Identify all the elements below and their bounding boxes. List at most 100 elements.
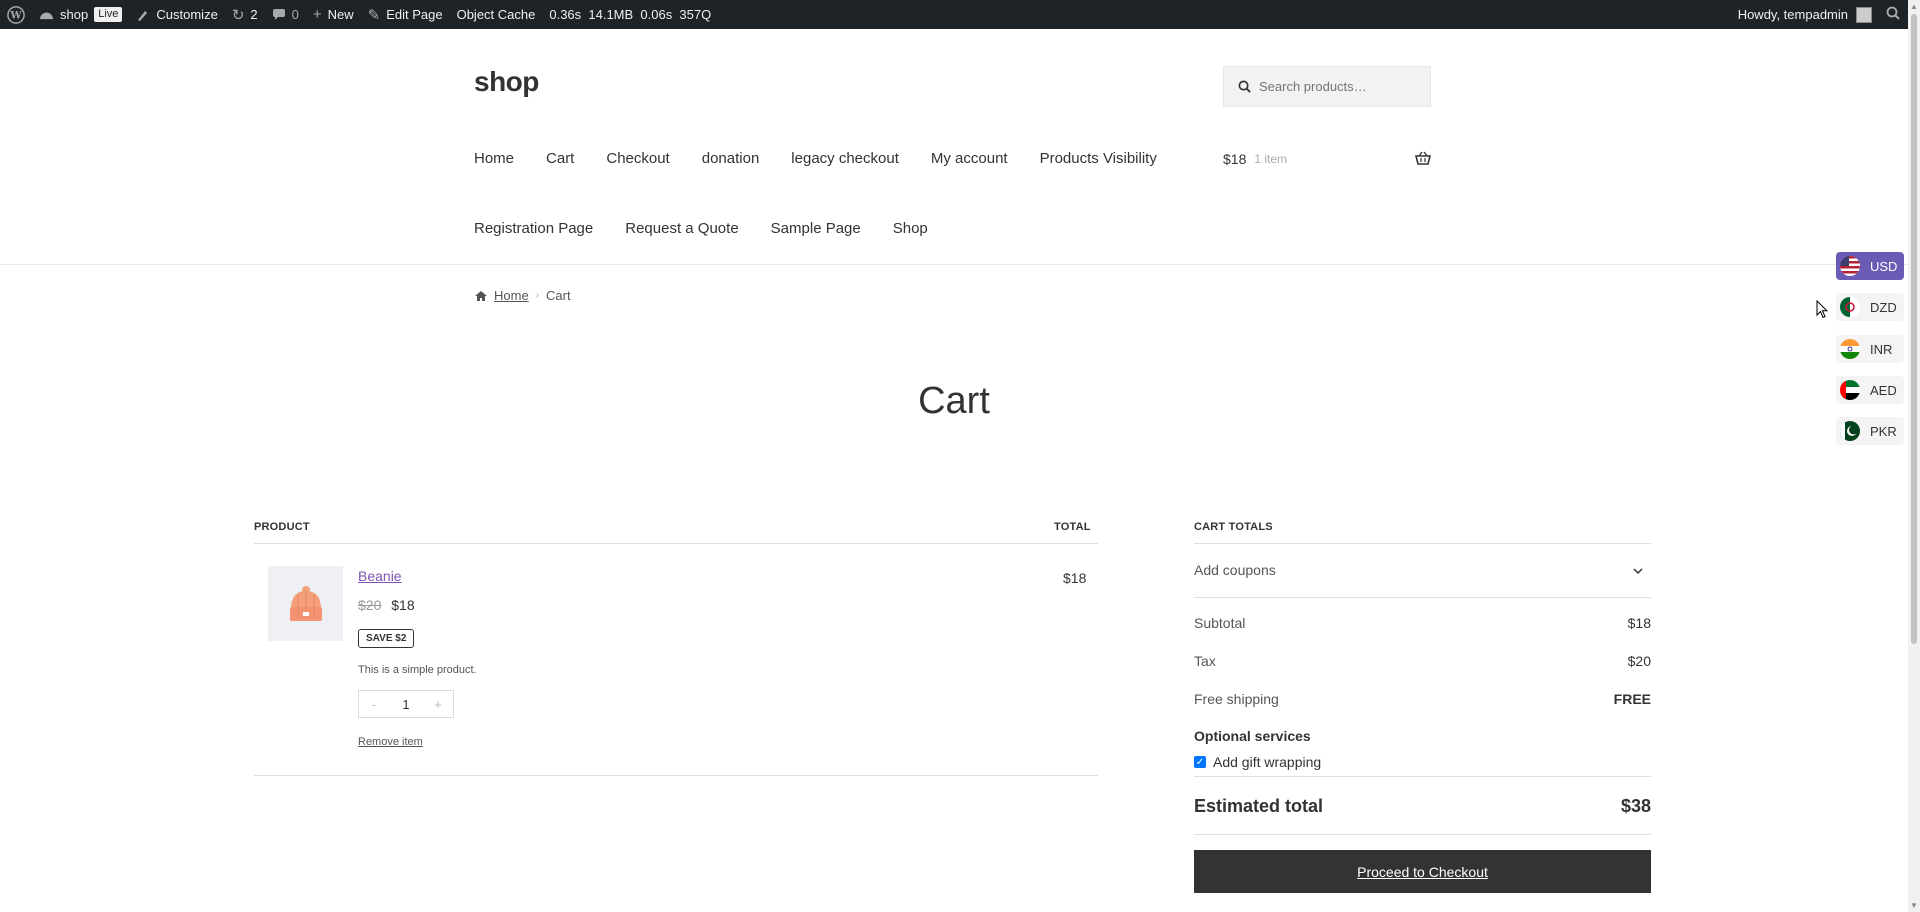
- india-flag-icon: [1840, 339, 1860, 359]
- currency-aed[interactable]: AED: [1836, 376, 1904, 404]
- search-input[interactable]: [1259, 79, 1429, 94]
- my-account-link[interactable]: Howdy, tempadmin: [1731, 0, 1879, 29]
- estimated-total-row: Estimated total $38: [1194, 796, 1651, 817]
- breadcrumb-current: Cart: [546, 288, 571, 303]
- scroll-up-icon[interactable]: ▲: [1910, 2, 1918, 11]
- nav-item-request-a-quote[interactable]: Request a Quote: [625, 220, 738, 237]
- regular-price: $20: [358, 597, 382, 613]
- header-divider: [0, 264, 1908, 265]
- nav-item-cart[interactable]: Cart: [546, 150, 574, 167]
- add-coupons-toggle[interactable]: Add coupons: [1194, 562, 1651, 578]
- admin-site-link[interactable]: shop Live: [32, 0, 129, 29]
- subtotal-value: $18: [1627, 615, 1651, 631]
- wordpress-logo-icon[interactable]: W: [0, 0, 32, 29]
- gift-wrapping-checkbox[interactable]: ✓: [1194, 756, 1206, 768]
- algeria-flag-icon: [1840, 297, 1860, 317]
- search-icon: [1886, 6, 1900, 23]
- chevron-down-icon: [1633, 562, 1651, 578]
- pakistan-flag-icon: [1840, 421, 1860, 441]
- nav-item-checkout[interactable]: Checkout: [606, 150, 669, 167]
- quantity-decrease-button[interactable]: -: [359, 697, 389, 712]
- save-badge: SAVE $2: [358, 629, 415, 648]
- query-monitor-stats: 0.36s 14.1MB 0.06s 357Q: [549, 7, 712, 22]
- product-name-link[interactable]: Beanie: [358, 568, 402, 584]
- gift-wrapping-label: Add gift wrapping: [1213, 754, 1322, 770]
- product-prices: $20 $18: [358, 597, 415, 613]
- object-cache-link[interactable]: Object Cache: [450, 0, 543, 29]
- cart-totals-heading: CART TOTALS: [1194, 521, 1273, 533]
- shipping-label: Free shipping: [1194, 691, 1279, 707]
- currency-dzd[interactable]: DZD: [1836, 293, 1904, 321]
- edit-page-label: Edit Page: [386, 7, 443, 22]
- product-description: This is a simple product.: [358, 664, 477, 676]
- object-cache-label: Object Cache: [456, 7, 536, 22]
- estimated-divider: [1194, 834, 1651, 835]
- optional-divider: [1194, 776, 1651, 777]
- page-scrollbar[interactable]: ▲ ▼: [1908, 0, 1920, 912]
- shipping-row: Free shipping FREE: [1194, 691, 1651, 707]
- updates-icon: ↻: [231, 6, 245, 24]
- admin-site-name: shop: [60, 7, 89, 22]
- primary-nav-row2: Registration Page Request a Quote Sample…: [474, 220, 960, 237]
- nav-item-legacy-checkout[interactable]: legacy checkout: [791, 150, 899, 167]
- nav-item-home[interactable]: Home: [474, 150, 514, 167]
- nav-item-sample-page[interactable]: Sample Page: [771, 220, 861, 237]
- scroll-down-icon[interactable]: ▼: [1910, 901, 1918, 910]
- total-column-header: TOTAL: [1054, 521, 1091, 533]
- new-label: New: [327, 7, 354, 22]
- breadcrumb-home-link[interactable]: Home: [494, 288, 529, 303]
- nav-item-donation[interactable]: donation: [702, 150, 760, 167]
- line-total: $18: [1063, 570, 1087, 586]
- edit-page-link[interactable]: ✎ Edit Page: [361, 0, 450, 29]
- howdy-label: Howdy, tempadmin: [1737, 7, 1848, 22]
- dashboard-icon: [39, 8, 54, 21]
- customize-link[interactable]: Customize: [129, 0, 224, 29]
- comments-link[interactable]: 0: [265, 0, 306, 29]
- avatar: [1856, 6, 1872, 23]
- customize-label: Customize: [156, 7, 218, 22]
- quantity-stepper: - 1 +: [358, 690, 454, 718]
- page-title: Cart: [918, 380, 990, 422]
- comments-count: 0: [291, 7, 299, 22]
- comment-icon: [272, 8, 286, 21]
- currency-code: AED: [1870, 382, 1897, 398]
- remove-item-link[interactable]: Remove item: [358, 736, 423, 748]
- nav-item-my-account[interactable]: My account: [931, 150, 1008, 167]
- svg-text:W: W: [9, 10, 22, 21]
- query-monitor-link[interactable]: 0.36s 14.1MB 0.06s 357Q: [542, 0, 718, 29]
- product-thumbnail[interactable]: [268, 566, 343, 641]
- updates-link[interactable]: ↻ 2: [225, 0, 265, 29]
- basket-icon: [1415, 151, 1431, 165]
- nav-item-products-visibility[interactable]: Products Visibility: [1040, 150, 1157, 167]
- quantity-input[interactable]: 1: [391, 697, 421, 712]
- mouse-cursor-icon: [1816, 299, 1829, 324]
- mini-cart-amount: $18: [1223, 151, 1247, 167]
- gift-wrapping-option[interactable]: ✓ Add gift wrapping: [1194, 754, 1321, 770]
- live-badge: Live: [94, 7, 123, 22]
- currency-inr[interactable]: INR: [1836, 335, 1904, 363]
- optional-services-title: Optional services: [1194, 728, 1311, 744]
- mini-cart[interactable]: $18 1 item: [1223, 151, 1431, 167]
- tax-label: Tax: [1194, 653, 1216, 669]
- breadcrumb: Home › Cart: [474, 288, 571, 303]
- nav-item-shop[interactable]: Shop: [893, 220, 928, 237]
- proceed-to-checkout-button[interactable]: Proceed to Checkout: [1194, 850, 1651, 893]
- currency-pkr[interactable]: PKR: [1836, 417, 1904, 445]
- home-icon: [474, 290, 488, 302]
- add-coupons-label: Add coupons: [1194, 562, 1276, 578]
- currency-code: USD: [1870, 258, 1898, 274]
- product-column-header: PRODUCT: [254, 521, 310, 533]
- currency-usd[interactable]: USD: [1836, 252, 1904, 280]
- totals-header-divider: [1194, 543, 1651, 544]
- quantity-increase-button[interactable]: +: [423, 697, 453, 712]
- table-header-divider: [254, 543, 1098, 544]
- sale-price: $18: [391, 597, 415, 613]
- new-content-link[interactable]: + New: [306, 0, 361, 29]
- product-search[interactable]: [1223, 66, 1431, 107]
- coupon-divider: [1194, 597, 1651, 598]
- shipping-value: FREE: [1613, 691, 1651, 707]
- site-title[interactable]: shop: [474, 66, 539, 98]
- scrollbar-thumb[interactable]: [1911, 14, 1917, 644]
- nav-item-registration-page[interactable]: Registration Page: [474, 220, 593, 237]
- us-flag-icon: [1840, 256, 1860, 276]
